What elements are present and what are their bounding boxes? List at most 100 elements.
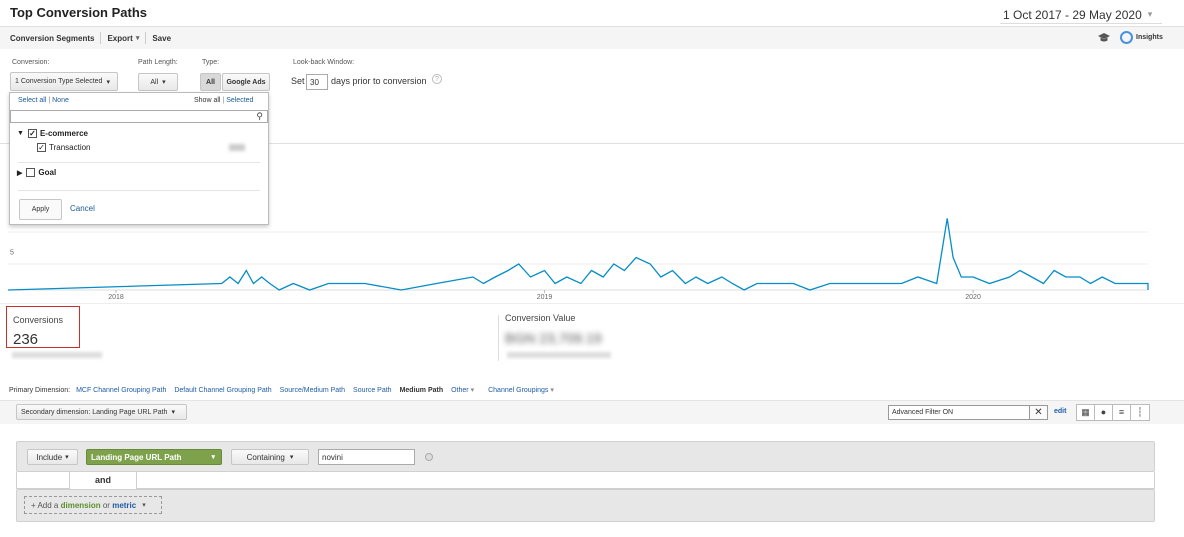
show-all-link[interactable]: Show all bbox=[194, 97, 220, 104]
advanced-filter-input[interactable]: Advanced Filter ON bbox=[888, 405, 1030, 420]
transaction-label: Transaction bbox=[49, 143, 91, 152]
match-type-dropdown[interactable]: Containing ▾ bbox=[231, 449, 309, 465]
chevron-down-icon: ▾ bbox=[135, 35, 140, 42]
insights-label: Insights bbox=[1136, 34, 1163, 41]
lookback-set-text: Set bbox=[291, 76, 305, 86]
chevron-down-icon: ▾ bbox=[162, 79, 166, 86]
menu-search-input[interactable]: ⚲ bbox=[10, 110, 268, 123]
dim-channel-groupings-dropdown[interactable]: Channel Groupings ▾ bbox=[488, 386, 554, 394]
select-all-link[interactable]: Select all bbox=[18, 97, 46, 104]
remove-condition-icon[interactable] bbox=[425, 453, 433, 461]
edit-filter-link[interactable]: edit bbox=[1054, 408, 1066, 415]
item-transaction[interactable]: ✓ Transaction bbox=[37, 143, 91, 152]
type-google-ads-button[interactable]: Google Ads bbox=[222, 73, 270, 91]
conversion-value-label: Conversion Value bbox=[505, 313, 576, 323]
filter-value-input[interactable]: novini bbox=[318, 449, 415, 465]
date-range-text: 1 Oct 2017 - 29 May 2020 bbox=[1003, 7, 1142, 22]
lookback-suffix-text: days prior to conversion bbox=[331, 76, 427, 86]
date-range-picker[interactable]: 1 Oct 2017 - 29 May 2020 ▾ bbox=[1000, 6, 1162, 24]
table-view-icon[interactable]: ▦ bbox=[1077, 405, 1095, 420]
toolbar: Conversion Segments Export ▾ Save bbox=[0, 27, 1184, 49]
path-length-value: All bbox=[150, 78, 159, 86]
ecommerce-checkbox[interactable]: ✓ bbox=[27, 129, 37, 138]
lookback-days-input[interactable]: 30 bbox=[306, 74, 328, 90]
dim-other-dropdown[interactable]: Other ▾ bbox=[451, 386, 474, 394]
page-title: Top Conversion Paths bbox=[10, 5, 147, 20]
show-selected-link[interactable]: Selected bbox=[226, 97, 253, 104]
x-tick-label: 2020 bbox=[965, 294, 981, 301]
and-label: and bbox=[95, 475, 112, 485]
dim-source-path[interactable]: Source Path bbox=[353, 387, 392, 394]
conversion-label: Conversion: bbox=[12, 59, 50, 66]
transaction-checkbox[interactable]: ✓ bbox=[37, 143, 46, 152]
chevron-down-icon: ▾ bbox=[65, 454, 69, 461]
type-label: Type: bbox=[202, 59, 220, 66]
conversion-type-dropdown[interactable]: 1 Conversion Type Selected ▾ bbox=[10, 72, 118, 91]
conversion-segments-button[interactable]: Conversion Segments bbox=[0, 34, 100, 43]
group-ecommerce[interactable]: ▼ ✓ E-commerce bbox=[17, 129, 88, 138]
dimension-label: Landing Page URL Path bbox=[91, 452, 182, 462]
export-label: Export bbox=[107, 33, 133, 43]
path-length-label: Path Length: bbox=[138, 59, 178, 66]
goal-label: Goal bbox=[38, 168, 57, 177]
ecommerce-label: E-commerce bbox=[39, 129, 88, 138]
y-tick-label: 5 bbox=[10, 250, 14, 257]
transaction-count-blurred bbox=[229, 144, 245, 151]
apply-button[interactable]: Apply bbox=[19, 199, 62, 220]
advanced-filter-text: Advanced Filter ON bbox=[892, 409, 954, 416]
add-dimension-link: dimension bbox=[60, 500, 101, 510]
conversion-type-value: 1 Conversion Type Selected bbox=[15, 78, 103, 85]
chevron-down-icon: ▾ bbox=[142, 502, 146, 509]
primary-dimension-label: Primary Dimension: bbox=[9, 386, 71, 394]
save-button[interactable]: Save bbox=[146, 34, 177, 43]
conversions-value: 236 bbox=[13, 331, 39, 348]
group-goal[interactable]: ▶ Goal bbox=[17, 168, 56, 177]
chevron-down-icon: ▾ bbox=[1147, 9, 1153, 19]
conversion-value-value: BGN 23,709.19 bbox=[505, 330, 602, 346]
chevron-down-icon: ▾ bbox=[550, 387, 554, 394]
dim-mcf-channel-grouping-path[interactable]: MCF Channel Grouping Path bbox=[76, 387, 166, 394]
chevron-down-icon: ▾ bbox=[106, 78, 110, 86]
help-icon[interactable]: ? bbox=[432, 74, 442, 84]
chevron-down-icon: ▾ bbox=[171, 409, 175, 416]
chevron-down-icon: ▾ bbox=[211, 454, 215, 461]
and-left-field bbox=[16, 472, 70, 489]
select-none-link[interactable]: None bbox=[52, 97, 69, 104]
caret-right-icon: ▶ bbox=[17, 169, 23, 177]
graduation-cap-icon[interactable] bbox=[1097, 31, 1111, 45]
bar-view-icon[interactable]: ≡ bbox=[1113, 405, 1131, 420]
dim-medium-path[interactable]: Medium Path bbox=[400, 387, 444, 394]
x-tick-label: 2018 bbox=[108, 294, 124, 301]
cancel-link[interactable]: Cancel bbox=[70, 204, 95, 213]
path-length-dropdown[interactable]: All ▾ bbox=[138, 73, 178, 91]
comparison-view-icon[interactable]: ┆ bbox=[1131, 405, 1149, 420]
secondary-dimension-dropdown[interactable]: Secondary dimension: Landing Page URL Pa… bbox=[16, 404, 187, 420]
chevron-down-icon: ▾ bbox=[289, 454, 294, 461]
x-tick-label: 2019 bbox=[537, 294, 553, 301]
include-dropdown[interactable]: Include ▾ bbox=[27, 449, 78, 465]
lookback-label: Look-back Window: bbox=[293, 59, 355, 66]
add-dimension-or-metric-button[interactable]: + Add a dimension or metric ▾ bbox=[24, 496, 162, 514]
conversions-metric[interactable]: Conversions 236 bbox=[6, 306, 80, 348]
add-prefix: + Add a bbox=[31, 500, 59, 510]
add-or-text: or bbox=[102, 500, 110, 510]
clear-filter-icon[interactable]: ✕ bbox=[1030, 405, 1048, 420]
include-label: Include bbox=[36, 452, 63, 462]
conversions-subtext-blurred bbox=[12, 352, 102, 358]
dim-default-channel-grouping-path[interactable]: Default Channel Grouping Path bbox=[174, 387, 271, 394]
export-button[interactable]: Export ▾ bbox=[101, 34, 145, 43]
pie-view-icon[interactable]: ● bbox=[1095, 405, 1113, 420]
channel-groupings-label: Channel Groupings bbox=[488, 387, 549, 394]
secondary-dimension-label: Secondary dimension: Landing Page URL Pa… bbox=[21, 408, 168, 416]
dim-source-medium-path[interactable]: Source/Medium Path bbox=[280, 387, 345, 394]
insights-button[interactable]: Insights bbox=[1120, 31, 1163, 44]
chevron-down-icon: ▾ bbox=[470, 387, 475, 394]
conversions-label: Conversions bbox=[13, 315, 64, 325]
goal-checkbox[interactable] bbox=[26, 168, 36, 177]
dimension-selector[interactable]: Landing Page URL Path ▾ bbox=[86, 449, 222, 465]
type-all-button[interactable]: All bbox=[200, 73, 221, 91]
other-label: Other bbox=[451, 387, 469, 394]
primary-dimension-bar: Primary Dimension: MCF Channel Grouping … bbox=[9, 386, 554, 395]
conversion-value-subtext-blurred bbox=[507, 352, 611, 358]
add-metric-link: metric bbox=[112, 500, 137, 510]
